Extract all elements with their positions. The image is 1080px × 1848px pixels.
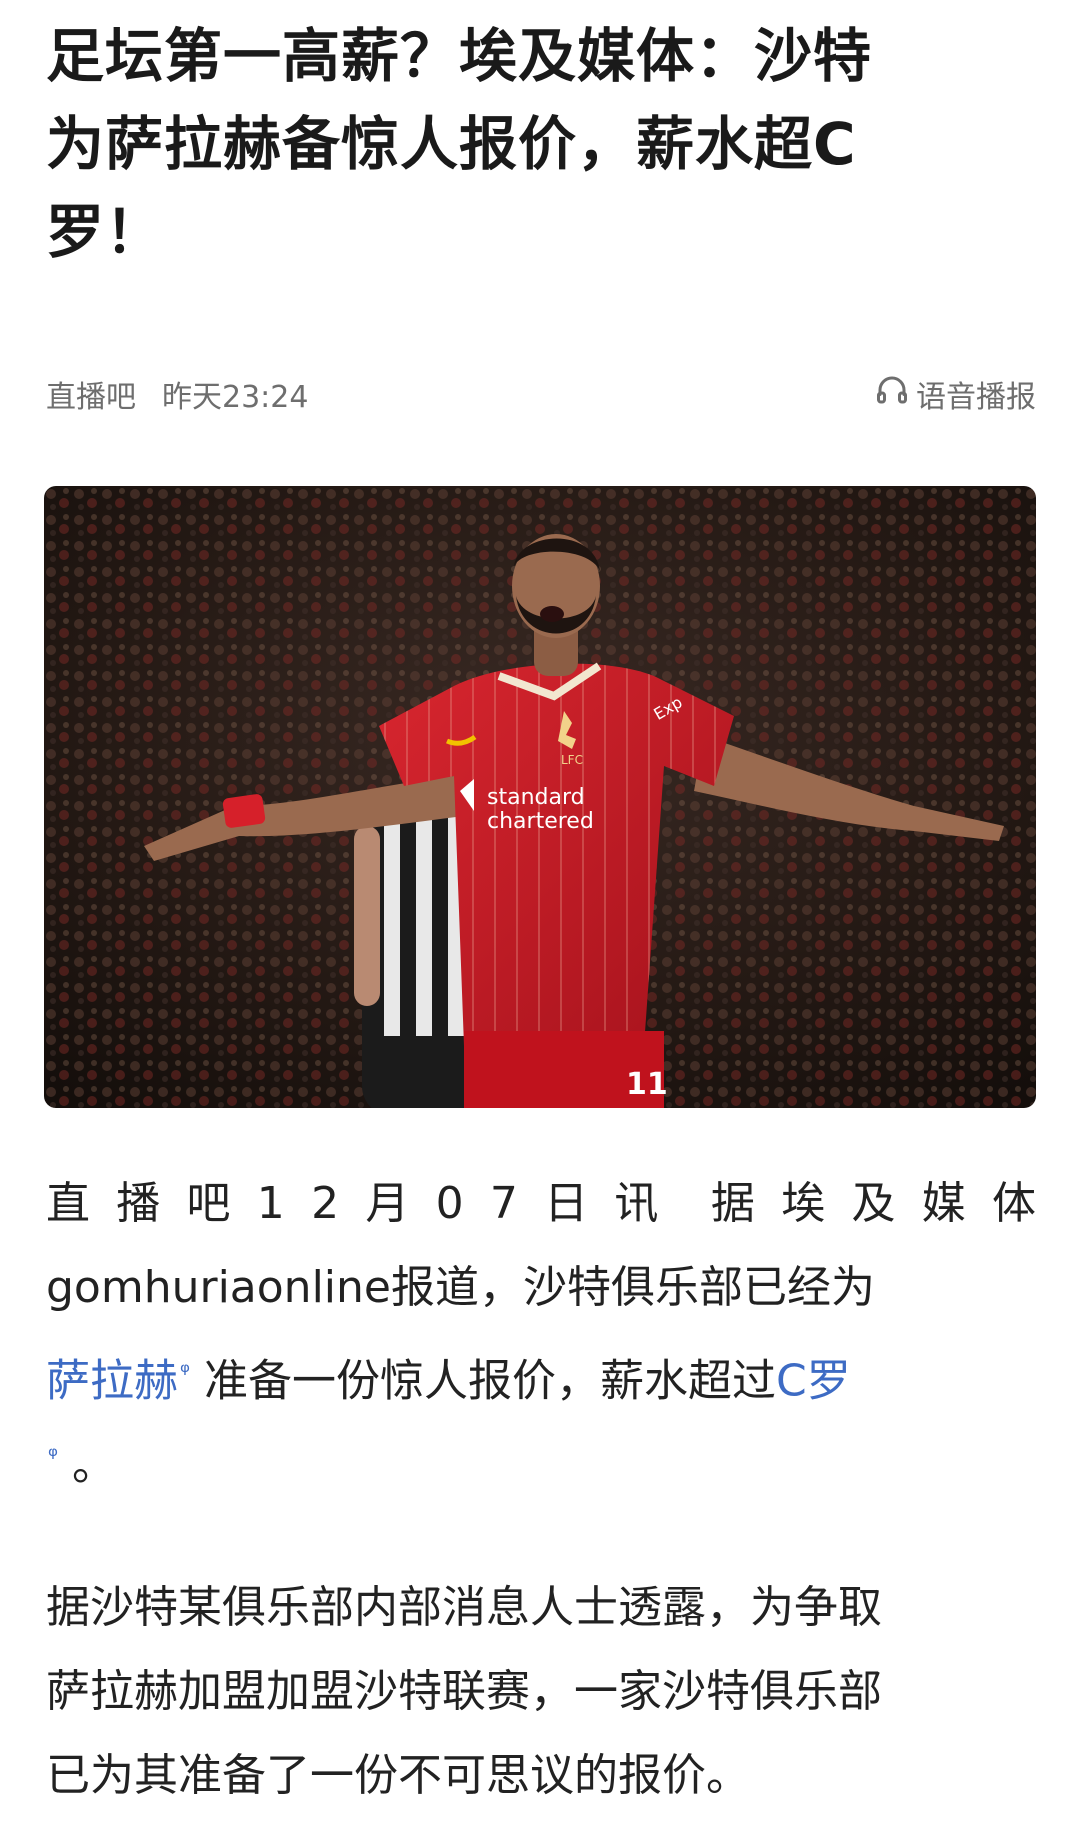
sponsor-line1: standard xyxy=(487,785,585,810)
shirt-number: 11 xyxy=(626,1067,668,1102)
meta-left: 直播吧 昨天23:24 xyxy=(46,372,308,416)
char: 7 xyxy=(489,1178,518,1229)
paragraph-2: 据沙特某俱乐部内部消息人士透露，为争取 萨拉赫加盟加盟沙特联赛，一家沙特俱乐部 … xyxy=(46,1566,1036,1818)
article-meta: 直播吧 昨天23:24 语音播报 xyxy=(46,370,1036,418)
paragraph-2-line: 据沙特某俱乐部内部消息人士透露，为争取 xyxy=(46,1582,882,1633)
char: 1 xyxy=(256,1178,285,1229)
char: 月 xyxy=(365,1178,410,1229)
search-icon[interactable]: ᵠ xyxy=(48,1414,58,1498)
char: 吧 xyxy=(186,1178,231,1229)
hero-photo: 11 standard chartered LFC Exp xyxy=(44,486,1036,1108)
search-icon[interactable]: ᵠ xyxy=(180,1330,190,1414)
char: 直 xyxy=(46,1178,90,1229)
char: 播 xyxy=(116,1178,161,1229)
article-source[interactable]: 直播吧 xyxy=(46,372,136,416)
keyword-link-cristiano-ronaldo[interactable]: C罗 xyxy=(776,1356,851,1407)
article-title-line: 罗！ xyxy=(46,198,165,266)
char: 及 xyxy=(851,1178,896,1229)
paragraph-1-line-3: 萨拉赫ᵠ 准备一份惊人报价，薪水超过C罗 xyxy=(46,1330,1036,1414)
article-time: 昨天23:24 xyxy=(162,380,309,415)
paragraph-1-line-2: gomhuriaonline报道，沙特俱乐部已经为 xyxy=(46,1262,875,1313)
article-title: 足坛第一高薪？埃及媒体：沙特 为萨拉赫备惊人报价，薪水超C 罗！ xyxy=(46,12,1036,276)
char: 据 xyxy=(710,1178,755,1229)
headphones-icon xyxy=(874,372,910,416)
paragraph-2-line: 已为其准备了一份不可思议的报价。 xyxy=(46,1750,750,1801)
char: 媒 xyxy=(921,1178,966,1229)
paragraph-1-line-4: ᵠ 。 xyxy=(46,1414,1036,1498)
char: 讯 xyxy=(614,1178,659,1229)
article-page: 足坛第一高薪？埃及媒体：沙特 为萨拉赫备惊人报价，薪水超C 罗！ 直播吧 昨天2… xyxy=(0,0,1080,1848)
crest-text: LFC xyxy=(561,753,583,767)
voice-broadcast-button[interactable]: 语音播报 xyxy=(874,372,1036,416)
paragraph-1: 直 播 吧 1 2 月 0 7 日 讯 据 埃 及 媒 体 gomhuriaon… xyxy=(46,1162,1036,1498)
char: 2 xyxy=(311,1178,340,1229)
paragraph-1-line-1: 直 播 吧 1 2 月 0 7 日 讯 据 埃 及 媒 体 xyxy=(46,1162,1036,1246)
article-title-line: 为萨拉赫备惊人报价，薪水超C xyxy=(46,110,857,178)
char: 0 xyxy=(435,1178,464,1229)
paragraph-1-line-3-text: 准备一份惊人报价，薪水超过 xyxy=(189,1355,776,1407)
char: 日 xyxy=(544,1178,589,1229)
voice-broadcast-label: 语音播报 xyxy=(916,380,1036,415)
article-title-line: 足坛第一高薪？埃及媒体：沙特 xyxy=(46,22,873,90)
hero-image[interactable]: 11 standard chartered LFC Exp xyxy=(44,486,1036,1108)
paragraph-1-end-mark: 。 xyxy=(71,1439,116,1491)
char: 埃 xyxy=(781,1178,826,1229)
char: 体 xyxy=(991,1178,1036,1229)
paragraph-2-line: 萨拉赫加盟加盟沙特联赛，一家沙特俱乐部 xyxy=(46,1666,882,1717)
sponsor-line2: chartered xyxy=(487,809,594,834)
keyword-link-salah[interactable]: 萨拉赫 xyxy=(46,1356,178,1407)
